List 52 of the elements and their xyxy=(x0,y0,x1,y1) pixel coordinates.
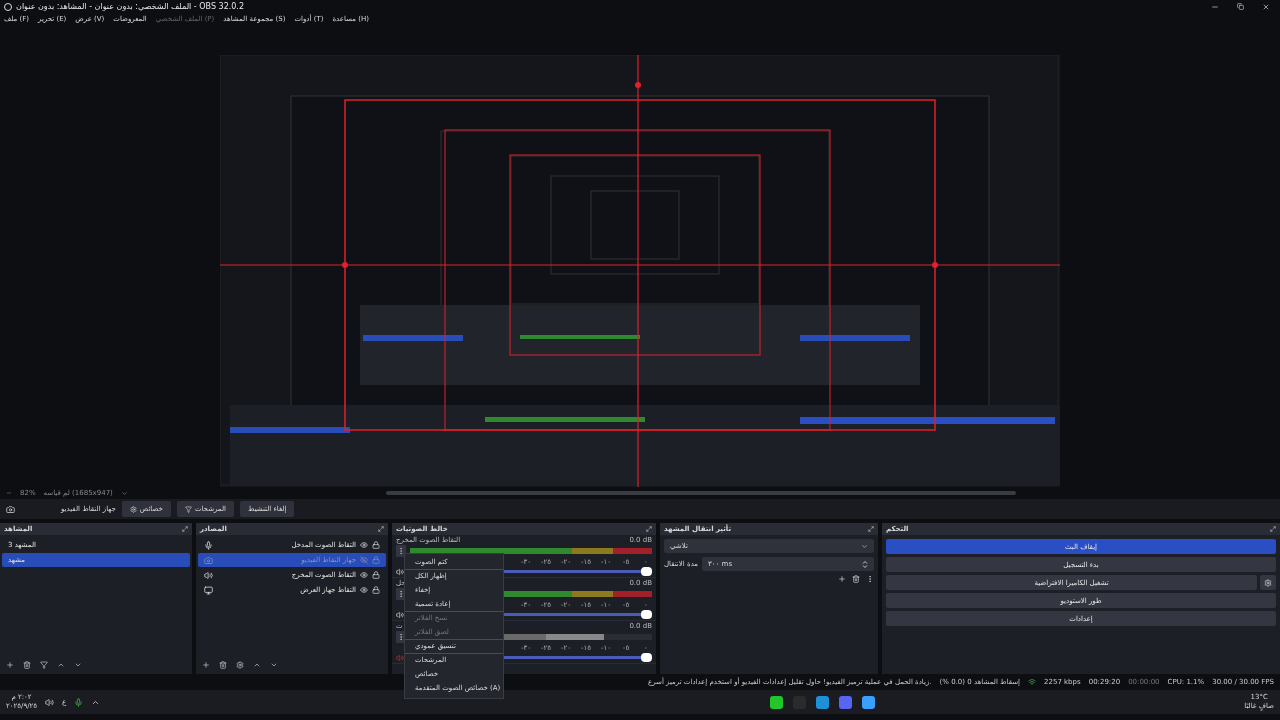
settings-icon[interactable] xyxy=(236,661,244,669)
restore-icon[interactable] xyxy=(1237,3,1244,10)
menu-icon[interactable] xyxy=(866,575,874,583)
undock-icon[interactable] xyxy=(378,526,384,532)
speaker-icon[interactable] xyxy=(396,567,404,576)
monitor-icon xyxy=(204,585,213,595)
menu-icon[interactable] xyxy=(396,545,406,557)
up-icon[interactable] xyxy=(57,661,65,669)
undock-icon[interactable] xyxy=(868,526,874,532)
taskbar-app-icon[interactable] xyxy=(815,695,829,709)
taskbar-app-icon[interactable] xyxy=(769,695,783,709)
gear-icon xyxy=(129,505,137,513)
lock-icon[interactable] xyxy=(372,541,380,549)
delete-icon[interactable] xyxy=(23,661,31,669)
app-logo-icon xyxy=(4,2,12,11)
speaker-icon xyxy=(204,570,213,580)
camera-icon xyxy=(6,504,15,514)
eye-icon[interactable] xyxy=(360,571,368,579)
down-icon[interactable] xyxy=(270,661,278,669)
delete-icon[interactable] xyxy=(852,575,860,583)
taskbar-app-icon[interactable] xyxy=(838,695,852,709)
close-icon[interactable] xyxy=(1262,2,1270,11)
undock-icon[interactable] xyxy=(1270,526,1276,532)
slider-thumb[interactable] xyxy=(641,653,652,662)
microphone-icon[interactable] xyxy=(74,697,84,707)
filter-icon[interactable] xyxy=(40,661,48,669)
up-icon[interactable] xyxy=(253,661,261,669)
slider-thumb[interactable] xyxy=(641,610,652,619)
signal-bars-icon xyxy=(1028,678,1037,686)
scrollbar[interactable] xyxy=(385,491,1016,495)
eye-icon[interactable] xyxy=(360,586,368,594)
speaker-icon[interactable] xyxy=(396,610,404,619)
speaker-icon[interactable] xyxy=(45,697,55,707)
caret-icon xyxy=(861,542,868,550)
lock-icon[interactable] xyxy=(372,571,380,579)
undock-icon[interactable] xyxy=(182,526,188,532)
camera-icon xyxy=(204,555,213,565)
add-icon[interactable] xyxy=(202,661,210,669)
filter-icon xyxy=(184,505,192,513)
taskbar-app-icon[interactable] xyxy=(861,695,875,709)
down-icon[interactable] xyxy=(74,661,82,669)
spinner-arrows-icon[interactable] xyxy=(862,559,868,569)
eye-icon[interactable] xyxy=(360,541,368,549)
window-title: الملف الشخصي: بدون عنوان - المشاهد: بدون عنوان - OBS 32.0.2 xyxy=(16,2,244,11)
lock-icon[interactable] xyxy=(372,586,380,594)
add-icon[interactable] xyxy=(6,661,14,669)
slider-thumb[interactable] xyxy=(641,567,652,576)
microphone-icon xyxy=(204,540,213,550)
settings-icon[interactable] xyxy=(1260,575,1276,590)
add-icon[interactable] xyxy=(838,575,846,583)
delete-icon[interactable] xyxy=(219,661,227,669)
undock-icon[interactable] xyxy=(646,526,652,532)
